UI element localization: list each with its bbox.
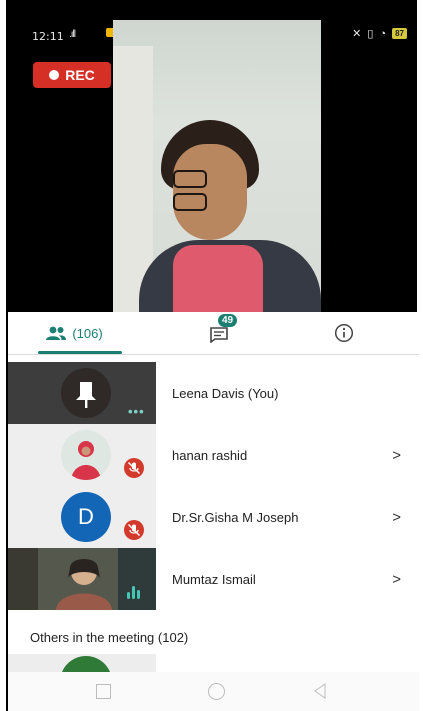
participant-list: ••• Leena Davis (You) hanan rashid > D D… bbox=[8, 362, 419, 610]
battery-icon: 87 bbox=[392, 28, 407, 39]
participant-name: hanan rashid bbox=[172, 447, 248, 463]
mute-status-icon: ✕ bbox=[352, 28, 362, 40]
vibrate-icon: ▯ bbox=[367, 28, 374, 40]
chevron-right-icon[interactable]: > bbox=[392, 571, 401, 588]
people-icon bbox=[46, 326, 67, 340]
meeting-panel: (106) 49 ••• Leena Davis (You) hanan ras… bbox=[8, 312, 419, 674]
signal-icon: .ıll bbox=[69, 29, 76, 40]
tab-info[interactable] bbox=[324, 312, 364, 354]
participant-name: Leena Davis (You) bbox=[172, 385, 279, 401]
participant-thumbnail bbox=[8, 424, 156, 486]
others-heading: Others in the meeting (102) bbox=[30, 630, 189, 645]
rec-badge: REC bbox=[33, 62, 111, 88]
chevron-right-icon[interactable]: > bbox=[392, 509, 401, 526]
chat-badge: 49 bbox=[218, 314, 238, 327]
video-feed[interactable] bbox=[113, 20, 321, 312]
person-video bbox=[8, 548, 156, 610]
participant-thumbnail: D bbox=[8, 486, 156, 548]
video-person-face bbox=[173, 144, 247, 240]
mic-off-icon bbox=[124, 520, 144, 540]
avatar bbox=[61, 368, 111, 418]
chevron-right-icon[interactable]: > bbox=[392, 447, 401, 464]
android-nav-bar bbox=[8, 672, 419, 711]
more-dots-icon[interactable]: ••• bbox=[128, 404, 145, 419]
participant-row[interactable]: Mumtaz Ismail > bbox=[8, 548, 419, 610]
back-button[interactable] bbox=[313, 683, 327, 704]
alarm-icon: ◔ bbox=[379, 27, 387, 40]
person-photo bbox=[71, 441, 101, 480]
tab-people[interactable]: (106) bbox=[12, 312, 136, 354]
rec-label: REC bbox=[65, 67, 95, 83]
video-person-glasses bbox=[173, 170, 249, 211]
status-time: 12:11 bbox=[32, 30, 64, 43]
info-icon bbox=[334, 323, 354, 343]
avatar-letter: D bbox=[61, 492, 111, 542]
people-count: (106) bbox=[72, 325, 103, 341]
participant-name: Mumtaz Ismail bbox=[172, 571, 256, 587]
tab-chat[interactable]: 49 bbox=[190, 312, 250, 354]
participant-video-thumbnail bbox=[8, 548, 156, 610]
record-dot-icon bbox=[49, 70, 60, 80]
others-avatar-preview bbox=[8, 654, 156, 674]
speaking-icon bbox=[127, 586, 140, 599]
participant-thumbnail: ••• bbox=[8, 362, 156, 424]
panel-tabs: (106) 49 bbox=[8, 312, 419, 355]
pin-icon bbox=[76, 382, 96, 408]
mic-off-icon bbox=[124, 458, 144, 478]
participant-row[interactable]: hanan rashid > bbox=[8, 424, 419, 486]
status-right: ✕ ▯ ◔ 87 bbox=[352, 27, 407, 40]
participant-row[interactable]: D Dr.Sr.Gisha M Joseph > bbox=[8, 486, 419, 548]
home-button[interactable] bbox=[208, 683, 225, 700]
participant-name: Dr.Sr.Gisha M Joseph bbox=[172, 509, 299, 525]
participant-row[interactable]: ••• Leena Davis (You) bbox=[8, 362, 419, 424]
video-person-sari bbox=[173, 245, 263, 312]
active-tab-indicator bbox=[38, 351, 122, 354]
recents-button[interactable] bbox=[96, 684, 111, 699]
avatar bbox=[61, 430, 111, 480]
